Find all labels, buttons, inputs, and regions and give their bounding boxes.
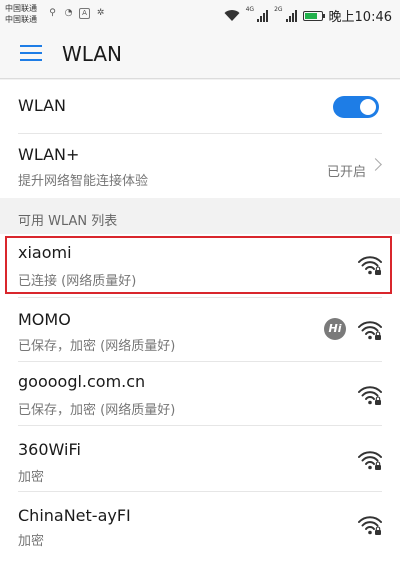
usb-icon: ⚲ xyxy=(49,8,56,18)
settings-notification-icon: ✲ xyxy=(96,8,105,18)
network-status: 已保存，加密 (网络质量好) xyxy=(18,339,176,354)
network-name: 360WiFi xyxy=(18,440,81,459)
network-status: 加密 xyxy=(18,470,45,485)
status-bar: 中国联通 中国联通 ⚲ ◔ A ✲ 4G 2G 晚上10:46 xyxy=(0,0,400,30)
network-status: 加密 xyxy=(18,534,45,549)
wlan-plus-subtitle: 提升网络智能连接体验 xyxy=(18,174,149,189)
carrier-labels: 中国联通 中国联通 xyxy=(5,3,37,25)
signal-1-icon xyxy=(257,9,269,22)
network-row-chinanet[interactable]: ChinaNet-ayFI 加密 xyxy=(0,492,400,568)
network-status: 已连接 (网络质量好) xyxy=(18,274,137,289)
wifi-locked-icon xyxy=(358,254,382,276)
network-row-momo[interactable]: MOMO 已保存，加密 (网络质量好) Hi xyxy=(0,298,400,362)
section-label: 可用 WLAN 列表 xyxy=(18,214,118,229)
clock: 晚上10:46 xyxy=(328,10,392,25)
hi-badge-icon: Hi xyxy=(324,318,346,340)
network-row-360wifi[interactable]: 360WiFi 加密 xyxy=(0,426,400,492)
network-status: 已保存，加密 (网络质量好) xyxy=(18,403,176,418)
wifi-locked-icon xyxy=(358,319,382,341)
wifi-locked-icon xyxy=(358,514,382,536)
hamburger-menu-icon[interactable] xyxy=(20,44,42,62)
app-header: WLAN xyxy=(0,30,400,79)
signal-2-icon xyxy=(285,9,297,22)
switch-knob xyxy=(360,99,376,115)
status-right: 4G 2G 晚上10:46 xyxy=(224,6,392,25)
chevron-right-icon xyxy=(369,158,382,171)
wlan-toggle-label: WLAN xyxy=(18,96,67,115)
wlan-plus-status: 已开启 xyxy=(326,165,366,180)
network-name: MOMO xyxy=(18,310,71,329)
wlan-switch[interactable] xyxy=(333,96,379,118)
available-networks-header: 可用 WLAN 列表 xyxy=(0,200,400,234)
wifi-locked-icon xyxy=(358,449,382,471)
network-row-goooogl[interactable]: goooogl.com.cn 已保存，加密 (网络质量好) xyxy=(0,362,400,426)
network-name: xiaomi xyxy=(18,243,72,262)
wlan-plus-row[interactable]: WLAN+ 提升网络智能连接体验 已开启 xyxy=(0,134,400,198)
battery-icon xyxy=(302,10,325,21)
carrier-1: 中国联通 xyxy=(5,4,37,13)
wifi-locked-icon xyxy=(358,384,382,406)
wlan-plus-title: WLAN+ xyxy=(18,145,80,164)
carrier-2: 中国联通 xyxy=(5,15,37,24)
app-notification-icon: ◔ xyxy=(64,8,73,18)
network-tag-2: 2G xyxy=(274,6,283,13)
wlan-toggle-row[interactable]: WLAN xyxy=(0,80,400,134)
network-name: goooogl.com.cn xyxy=(18,372,146,391)
font-notification-icon: A xyxy=(79,8,90,19)
network-name: ChinaNet-ayFI xyxy=(18,506,131,525)
wifi-status-icon xyxy=(224,9,240,21)
notification-icons: ⚲ ◔ A ✲ xyxy=(47,8,106,19)
page-title: WLAN xyxy=(62,42,123,66)
network-row-xiaomi[interactable]: xiaomi 已连接 (网络质量好) xyxy=(0,234,400,298)
network-tag-1: 4G xyxy=(245,6,255,13)
